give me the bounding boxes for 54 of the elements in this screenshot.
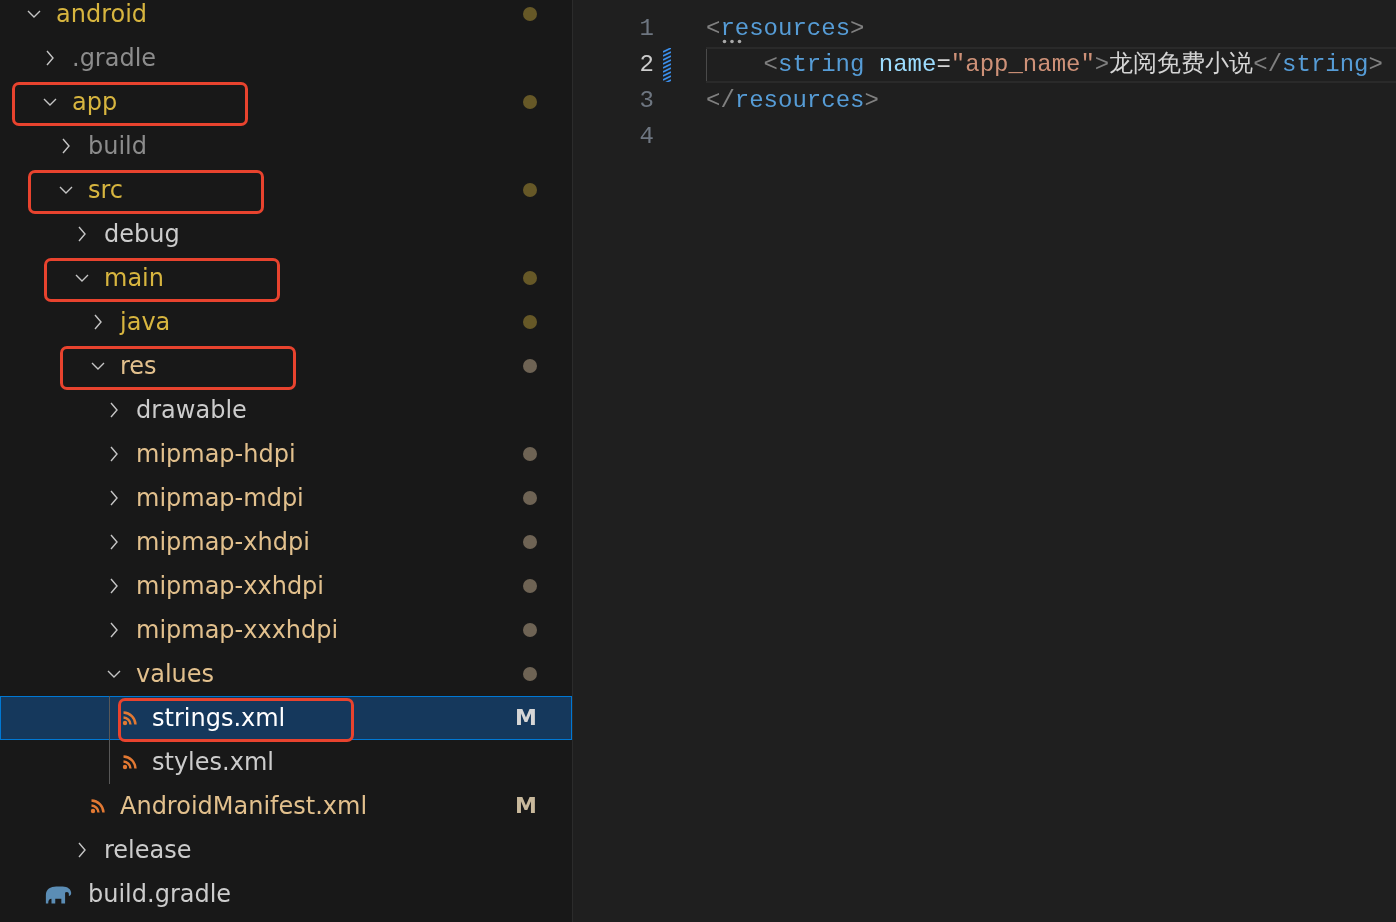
tree-row[interactable]: build [0, 124, 572, 168]
folder-name: app [72, 88, 118, 116]
folder-name: mipmap-hdpi [136, 440, 296, 468]
tree-row[interactable]: drawable [0, 388, 572, 432]
tree-row[interactable]: values [0, 652, 572, 696]
folder-name: debug [104, 220, 180, 248]
rss-icon [122, 710, 138, 726]
folder-name: main [104, 264, 164, 292]
line-number: 2 [638, 50, 654, 80]
folder-name: mipmap-xxxhdpi [136, 616, 339, 644]
tree-row[interactable]: debug [0, 212, 572, 256]
tree-row[interactable]: mipmap-xhdpi [0, 520, 572, 564]
folder-name: java [120, 308, 171, 336]
tree-row[interactable]: build.gradle [0, 872, 572, 916]
line-number: 3 [638, 86, 654, 116]
tree-row[interactable]: AndroidManifest.xml M [0, 784, 572, 828]
folder-name: mipmap-xxhdpi [136, 572, 324, 600]
tree-row[interactable]: strings.xml M [0, 696, 572, 740]
line-number: 1 [638, 14, 654, 44]
tree-row[interactable]: src [0, 168, 572, 212]
tree-row[interactable]: app [0, 80, 572, 124]
folder-name: res [120, 352, 157, 380]
rss-icon [90, 798, 106, 814]
tree-row[interactable]: mipmap-xxxhdpi [0, 608, 572, 652]
file-name: build.gradle [88, 880, 232, 908]
folder-name: android [56, 0, 148, 28]
line-number: 4 [638, 122, 654, 152]
folder-name: mipmap-mdpi [136, 484, 304, 512]
tree-row[interactable]: mipmap-xxhdpi [0, 564, 572, 608]
tree-row[interactable]: android [0, 0, 572, 36]
file-name: strings.xml [152, 704, 286, 732]
tree-row[interactable]: mipmap-mdpi [0, 476, 572, 520]
tree-row[interactable]: styles.xml [0, 740, 572, 784]
tree-row[interactable]: java [0, 300, 572, 344]
rss-icon [122, 754, 138, 770]
folder-name: release [104, 836, 192, 864]
folder-name: values [136, 660, 215, 688]
code-line: <resources> [706, 14, 865, 44]
folder-name: mipmap-xhdpi [136, 528, 310, 556]
code-line: <string name="app_name">龙阅免费小说</string> [763, 50, 1383, 80]
folder-name: build [88, 132, 147, 160]
code-line: </resources> [706, 86, 879, 116]
file-name: styles.xml [152, 748, 274, 776]
file-name: AndroidManifest.xml [120, 792, 368, 820]
tree-row[interactable]: .gradle [0, 36, 572, 80]
tree-row[interactable]: res [0, 344, 572, 388]
tree-row[interactable]: mipmap-hdpi [0, 432, 572, 476]
git-status-letter: M [515, 793, 537, 819]
git-status-letter: M [515, 705, 537, 731]
tree-row[interactable]: release [0, 828, 572, 872]
folder-name: src [88, 176, 124, 204]
folder-name: drawable [136, 396, 247, 424]
folder-name: .gradle [72, 44, 157, 72]
tree-row[interactable]: main [0, 256, 572, 300]
